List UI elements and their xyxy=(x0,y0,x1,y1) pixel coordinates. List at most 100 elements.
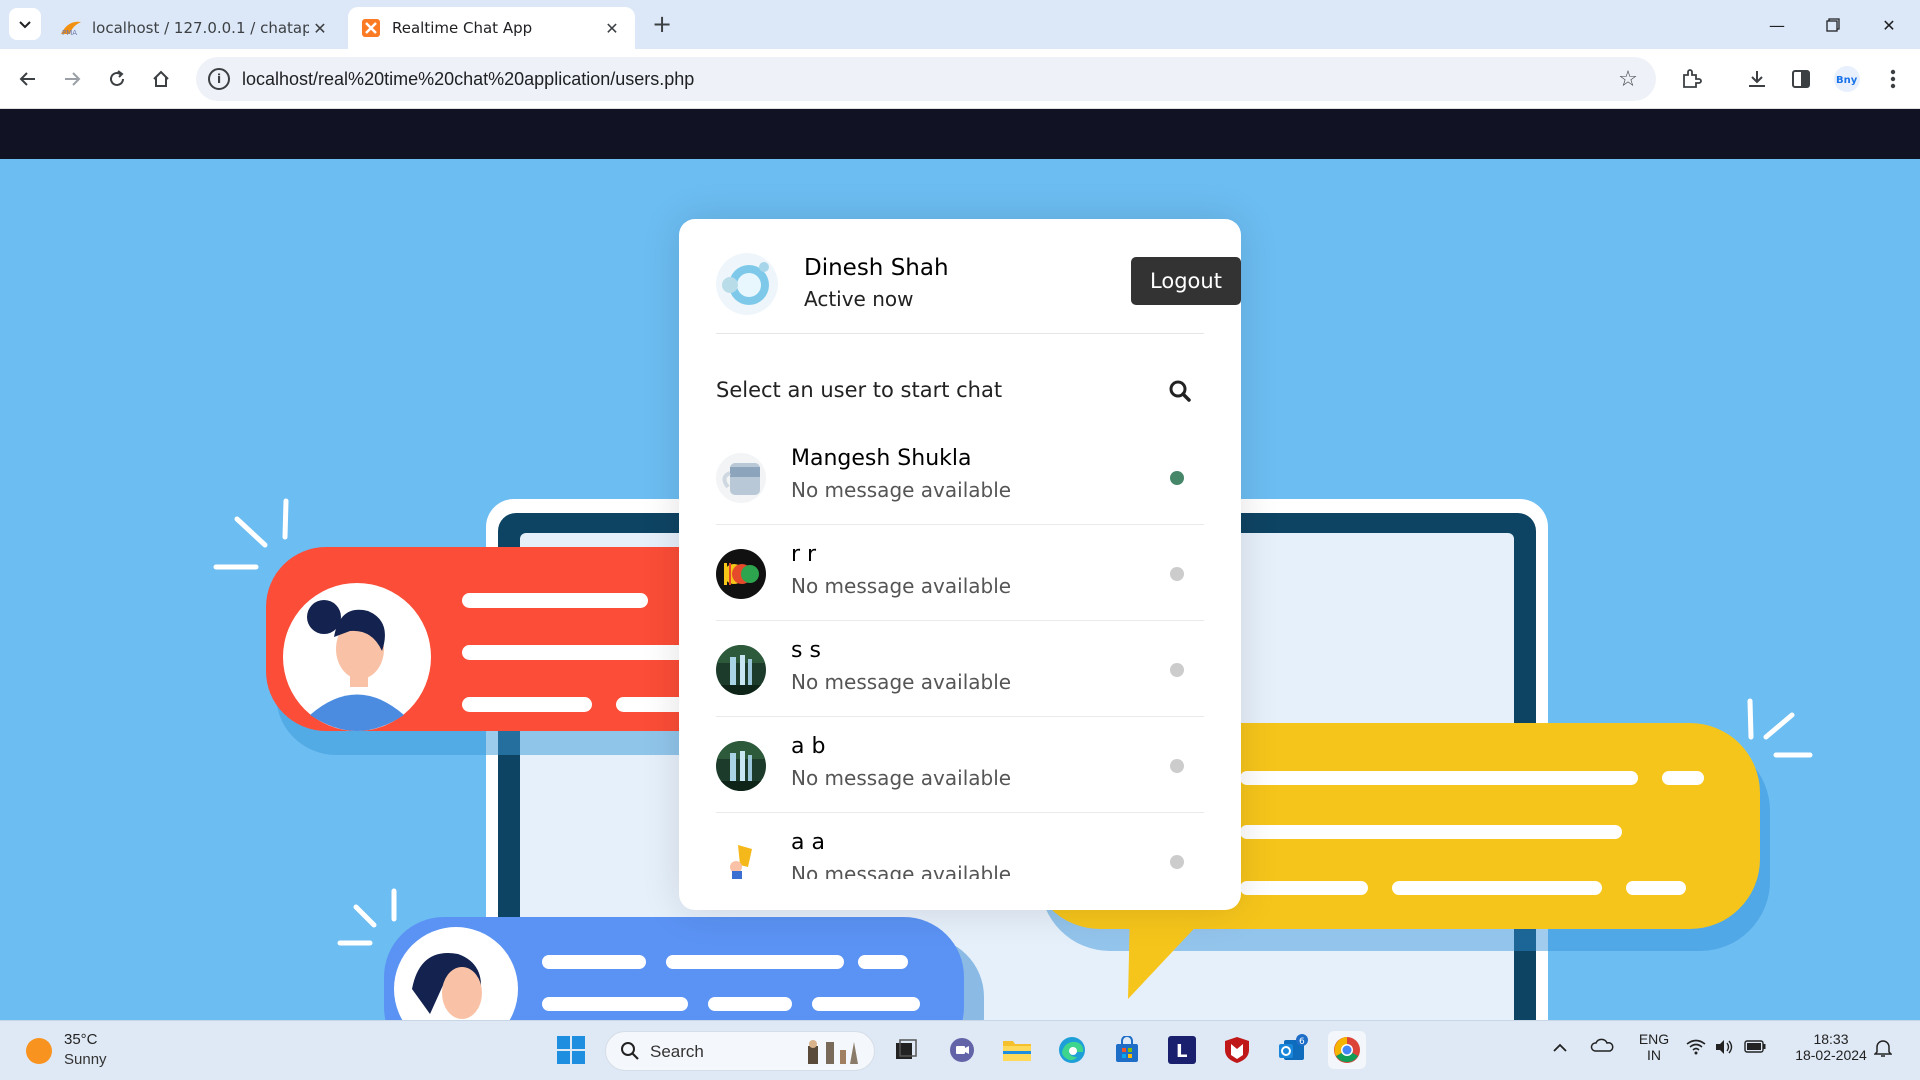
user-avatar xyxy=(716,741,766,791)
search-icon xyxy=(1169,380,1191,402)
user-name: a a xyxy=(791,830,825,855)
current-user-name: Dinesh Shah xyxy=(804,255,949,281)
clock-date: 18-02-2024 xyxy=(1795,1047,1867,1063)
weather-temperature[interactable]: 35°C xyxy=(64,1031,98,1048)
bookmark-star-icon[interactable]: ☆ xyxy=(1616,67,1640,92)
reload-icon[interactable] xyxy=(102,64,132,94)
svg-text:PMA: PMA xyxy=(62,29,77,36)
chevron-down-icon xyxy=(19,21,31,29)
search-icon xyxy=(621,1042,639,1060)
user-list-item[interactable]: Mangesh Shukla No message available xyxy=(716,429,1204,525)
user-name: s s xyxy=(791,638,821,663)
language-line2: IN xyxy=(1647,1047,1661,1063)
language-line1: ENG xyxy=(1638,1031,1670,1047)
user-avatar xyxy=(716,549,766,599)
show-hidden-icons[interactable] xyxy=(1552,1039,1568,1055)
user-list-item[interactable]: a a No message available xyxy=(716,813,1204,879)
page-content: Dinesh Shah Active now Logout Select an … xyxy=(0,109,1920,1020)
current-user-avatar xyxy=(716,253,778,315)
edge-browser-icon[interactable] xyxy=(1053,1031,1091,1069)
minimize-icon[interactable]: — xyxy=(1764,12,1790,38)
offline-status-dot xyxy=(1170,663,1184,677)
xampp-icon xyxy=(360,19,382,37)
tab-realtime-chat[interactable]: Realtime Chat App ✕ xyxy=(348,7,635,49)
clock[interactable]: 18:33 18-02-2024 xyxy=(1786,1031,1876,1063)
users-list: Mangesh Shukla No message available r r … xyxy=(716,429,1204,879)
volume-icon[interactable] xyxy=(1714,1039,1734,1058)
svg-text:Bny: Bny xyxy=(1836,75,1858,86)
clock-time: 18:33 xyxy=(1813,1031,1849,1047)
search-highlight-icon xyxy=(808,1040,858,1064)
chat-users-panel: Dinesh Shah Active now Logout Select an … xyxy=(679,219,1241,910)
address-url[interactable]: localhost/real%20time%20chat%20applicati… xyxy=(242,69,694,90)
user-search-bar: Select an user to start chat xyxy=(716,369,1204,413)
close-tab-icon[interactable]: ✕ xyxy=(309,17,331,39)
tab-title: Realtime Chat App xyxy=(392,19,533,37)
sun-weather-icon[interactable] xyxy=(26,1038,52,1064)
current-user-header: Dinesh Shah Active now Logout xyxy=(716,253,1241,334)
taskbar-search-box[interactable]: Search xyxy=(605,1031,875,1071)
battery-icon[interactable] xyxy=(1744,1040,1766,1056)
profile-avatar-icon[interactable]: Bny xyxy=(1832,64,1862,94)
taskbar-search-label: Search xyxy=(650,1042,704,1061)
extensions-icon[interactable] xyxy=(1676,64,1706,94)
language-indicator[interactable]: ENG IN xyxy=(1634,1031,1674,1063)
l-app-icon[interactable]: L xyxy=(1163,1031,1201,1069)
user-avatar xyxy=(716,453,766,503)
outlook-icon[interactable]: 6 xyxy=(1273,1031,1311,1069)
task-view-icon[interactable] xyxy=(887,1031,925,1069)
offline-status-dot xyxy=(1170,759,1184,773)
user-last-message: No message available xyxy=(791,478,1012,502)
user-avatar xyxy=(716,645,766,695)
user-name: Mangesh Shukla xyxy=(791,446,972,471)
wifi-icon[interactable] xyxy=(1686,1039,1706,1058)
current-user-status: Active now xyxy=(804,287,914,311)
offline-status-dot xyxy=(1170,855,1184,869)
back-icon[interactable] xyxy=(13,64,43,94)
notification-bell-icon[interactable] xyxy=(1873,1038,1893,1061)
home-icon[interactable] xyxy=(146,64,176,94)
user-last-message: No message available xyxy=(791,574,1012,598)
user-name: a b xyxy=(791,734,826,759)
user-name: r r xyxy=(791,542,817,567)
file-explorer-icon[interactable] xyxy=(998,1031,1036,1069)
logout-button[interactable]: Logout xyxy=(1131,257,1241,305)
teams-chat-icon[interactable] xyxy=(943,1031,981,1069)
online-status-dot xyxy=(1170,471,1184,485)
tab-phpmyadmin[interactable]: PMA localhost / 127.0.0.1 / chatapp / ✕ xyxy=(48,7,343,49)
user-list-item[interactable]: a b No message available xyxy=(716,717,1204,813)
site-info-icon[interactable]: i xyxy=(208,68,230,90)
restore-icon[interactable] xyxy=(1820,12,1846,38)
address-bar[interactable]: i localhost/real%20time%20chat%20applica… xyxy=(196,57,1656,101)
more-menu-icon[interactable] xyxy=(1878,64,1908,94)
download-icon[interactable] xyxy=(1742,64,1772,94)
microsoft-store-icon[interactable] xyxy=(1108,1031,1146,1069)
onedrive-cloud-icon[interactable] xyxy=(1590,1037,1614,1056)
user-last-message: No message available xyxy=(791,862,1012,879)
user-avatar xyxy=(716,837,766,879)
user-last-message: No message available xyxy=(791,766,1012,790)
offline-status-dot xyxy=(1170,567,1184,581)
user-last-message: No message available xyxy=(791,670,1012,694)
search-prompt-text: Select an user to start chat xyxy=(716,378,1003,402)
svg-text:L: L xyxy=(1176,1041,1187,1062)
browser-tab-bar: PMA localhost / 127.0.0.1 / chatapp / ✕ … xyxy=(0,0,1920,49)
phpmyadmin-icon: PMA xyxy=(60,19,82,37)
weather-condition[interactable]: Sunny xyxy=(64,1051,107,1068)
side-panel-icon[interactable] xyxy=(1786,64,1816,94)
close-window-icon[interactable]: ✕ xyxy=(1876,12,1902,38)
browser-toolbar: i localhost/real%20time%20chat%20applica… xyxy=(0,49,1920,109)
new-tab-button[interactable]: + xyxy=(648,10,676,38)
windows-taskbar: 35°C Sunny Search L 6 ENG IN 18:33 18-02… xyxy=(0,1020,1920,1080)
close-tab-icon[interactable]: ✕ xyxy=(601,17,623,39)
user-list-item[interactable]: r r No message available xyxy=(716,525,1204,621)
tab-title: localhost / 127.0.0.1 / chatapp / xyxy=(92,19,309,37)
forward-icon[interactable] xyxy=(57,64,87,94)
windows-start-icon[interactable] xyxy=(552,1031,590,1069)
search-button[interactable] xyxy=(1164,375,1196,407)
user-list-item[interactable]: s s No message available xyxy=(716,621,1204,717)
notification-badge-count: 6 xyxy=(1299,1037,1305,1047)
mcafee-icon[interactable] xyxy=(1218,1031,1256,1069)
tab-search-button[interactable] xyxy=(9,8,41,40)
chrome-browser-icon[interactable] xyxy=(1328,1031,1366,1069)
